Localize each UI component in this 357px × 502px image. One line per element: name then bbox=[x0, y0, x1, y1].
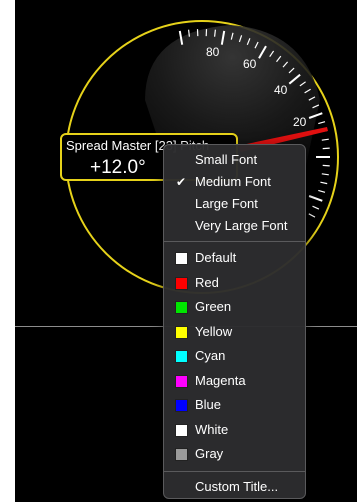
color-swatch-icon bbox=[175, 399, 188, 412]
menu-item-color-red[interactable]: Red bbox=[164, 271, 305, 296]
menu-item-very-large-font[interactable]: Very Large Font bbox=[164, 215, 305, 237]
menu-item-custom-title[interactable]: Custom Title... bbox=[164, 476, 305, 498]
menu-item-color-cyan[interactable]: Cyan bbox=[164, 344, 305, 369]
menu-item-color-default[interactable]: Default bbox=[164, 246, 305, 271]
readout-value: +12.0° bbox=[90, 157, 146, 178]
menu-item-color-white[interactable]: White bbox=[164, 418, 305, 443]
tick-label-20: 20 bbox=[293, 115, 307, 129]
menu-item-label: Yellow bbox=[195, 323, 233, 339]
color-swatch-icon bbox=[175, 423, 188, 437]
gauge-tick bbox=[214, 29, 216, 37]
menu-item-label: Small Font bbox=[195, 152, 258, 167]
menu-item-label: Custom Title... bbox=[195, 478, 279, 494]
color-swatch-icon bbox=[175, 325, 188, 339]
menu-item-label: Very Large Font bbox=[195, 218, 288, 233]
menu-item-large-font[interactable]: Large Font bbox=[164, 193, 305, 215]
menu-item-label: White bbox=[195, 421, 229, 437]
menu-item-color-yellow[interactable]: Yellow bbox=[164, 320, 305, 345]
menu-item-color-magenta[interactable]: Magenta bbox=[164, 369, 305, 394]
menu-item-color-blue[interactable]: Blue bbox=[164, 393, 305, 418]
menu-item-medium-font[interactable]: ✔ Medium Font bbox=[164, 171, 305, 193]
menu-item-label: Green bbox=[195, 299, 232, 314]
menu-item-label: Large Font bbox=[195, 196, 258, 211]
tick-label-80: 80 bbox=[206, 45, 220, 59]
menu-item-label: Cyan bbox=[195, 348, 226, 363]
context-menu: Small Font ✔ Medium Font Large Font Very… bbox=[163, 144, 306, 499]
menu-item-color-gray[interactable]: Gray bbox=[164, 442, 305, 467]
color-swatch-icon bbox=[175, 448, 188, 461]
menu-item-label: Default bbox=[195, 250, 237, 265]
menu-separator bbox=[164, 241, 305, 242]
color-swatch-icon bbox=[175, 252, 188, 265]
gauge-tick bbox=[322, 164, 330, 167]
menu-item-label: Red bbox=[195, 274, 219, 290]
menu-item-label: Gray bbox=[195, 446, 224, 461]
tick-label-40: 40 bbox=[274, 83, 288, 97]
menu-separator bbox=[164, 470, 305, 472]
color-swatch-icon bbox=[175, 374, 188, 388]
gauge-tick bbox=[188, 29, 190, 37]
menu-item-label: Blue bbox=[195, 397, 222, 412]
menu-item-label: Medium Font bbox=[195, 174, 271, 189]
menu-item-color-green[interactable]: Green bbox=[164, 295, 305, 320]
color-swatch-icon bbox=[175, 301, 188, 314]
color-swatch-icon bbox=[175, 350, 188, 363]
menu-item-small-font[interactable]: Small Font bbox=[164, 149, 305, 171]
tick-label-60: 60 bbox=[243, 57, 257, 71]
check-icon: ✔ bbox=[176, 175, 187, 189]
color-swatch-icon bbox=[175, 276, 188, 290]
gauge-tick bbox=[322, 147, 330, 150]
menu-item-label: Magenta bbox=[195, 372, 246, 388]
